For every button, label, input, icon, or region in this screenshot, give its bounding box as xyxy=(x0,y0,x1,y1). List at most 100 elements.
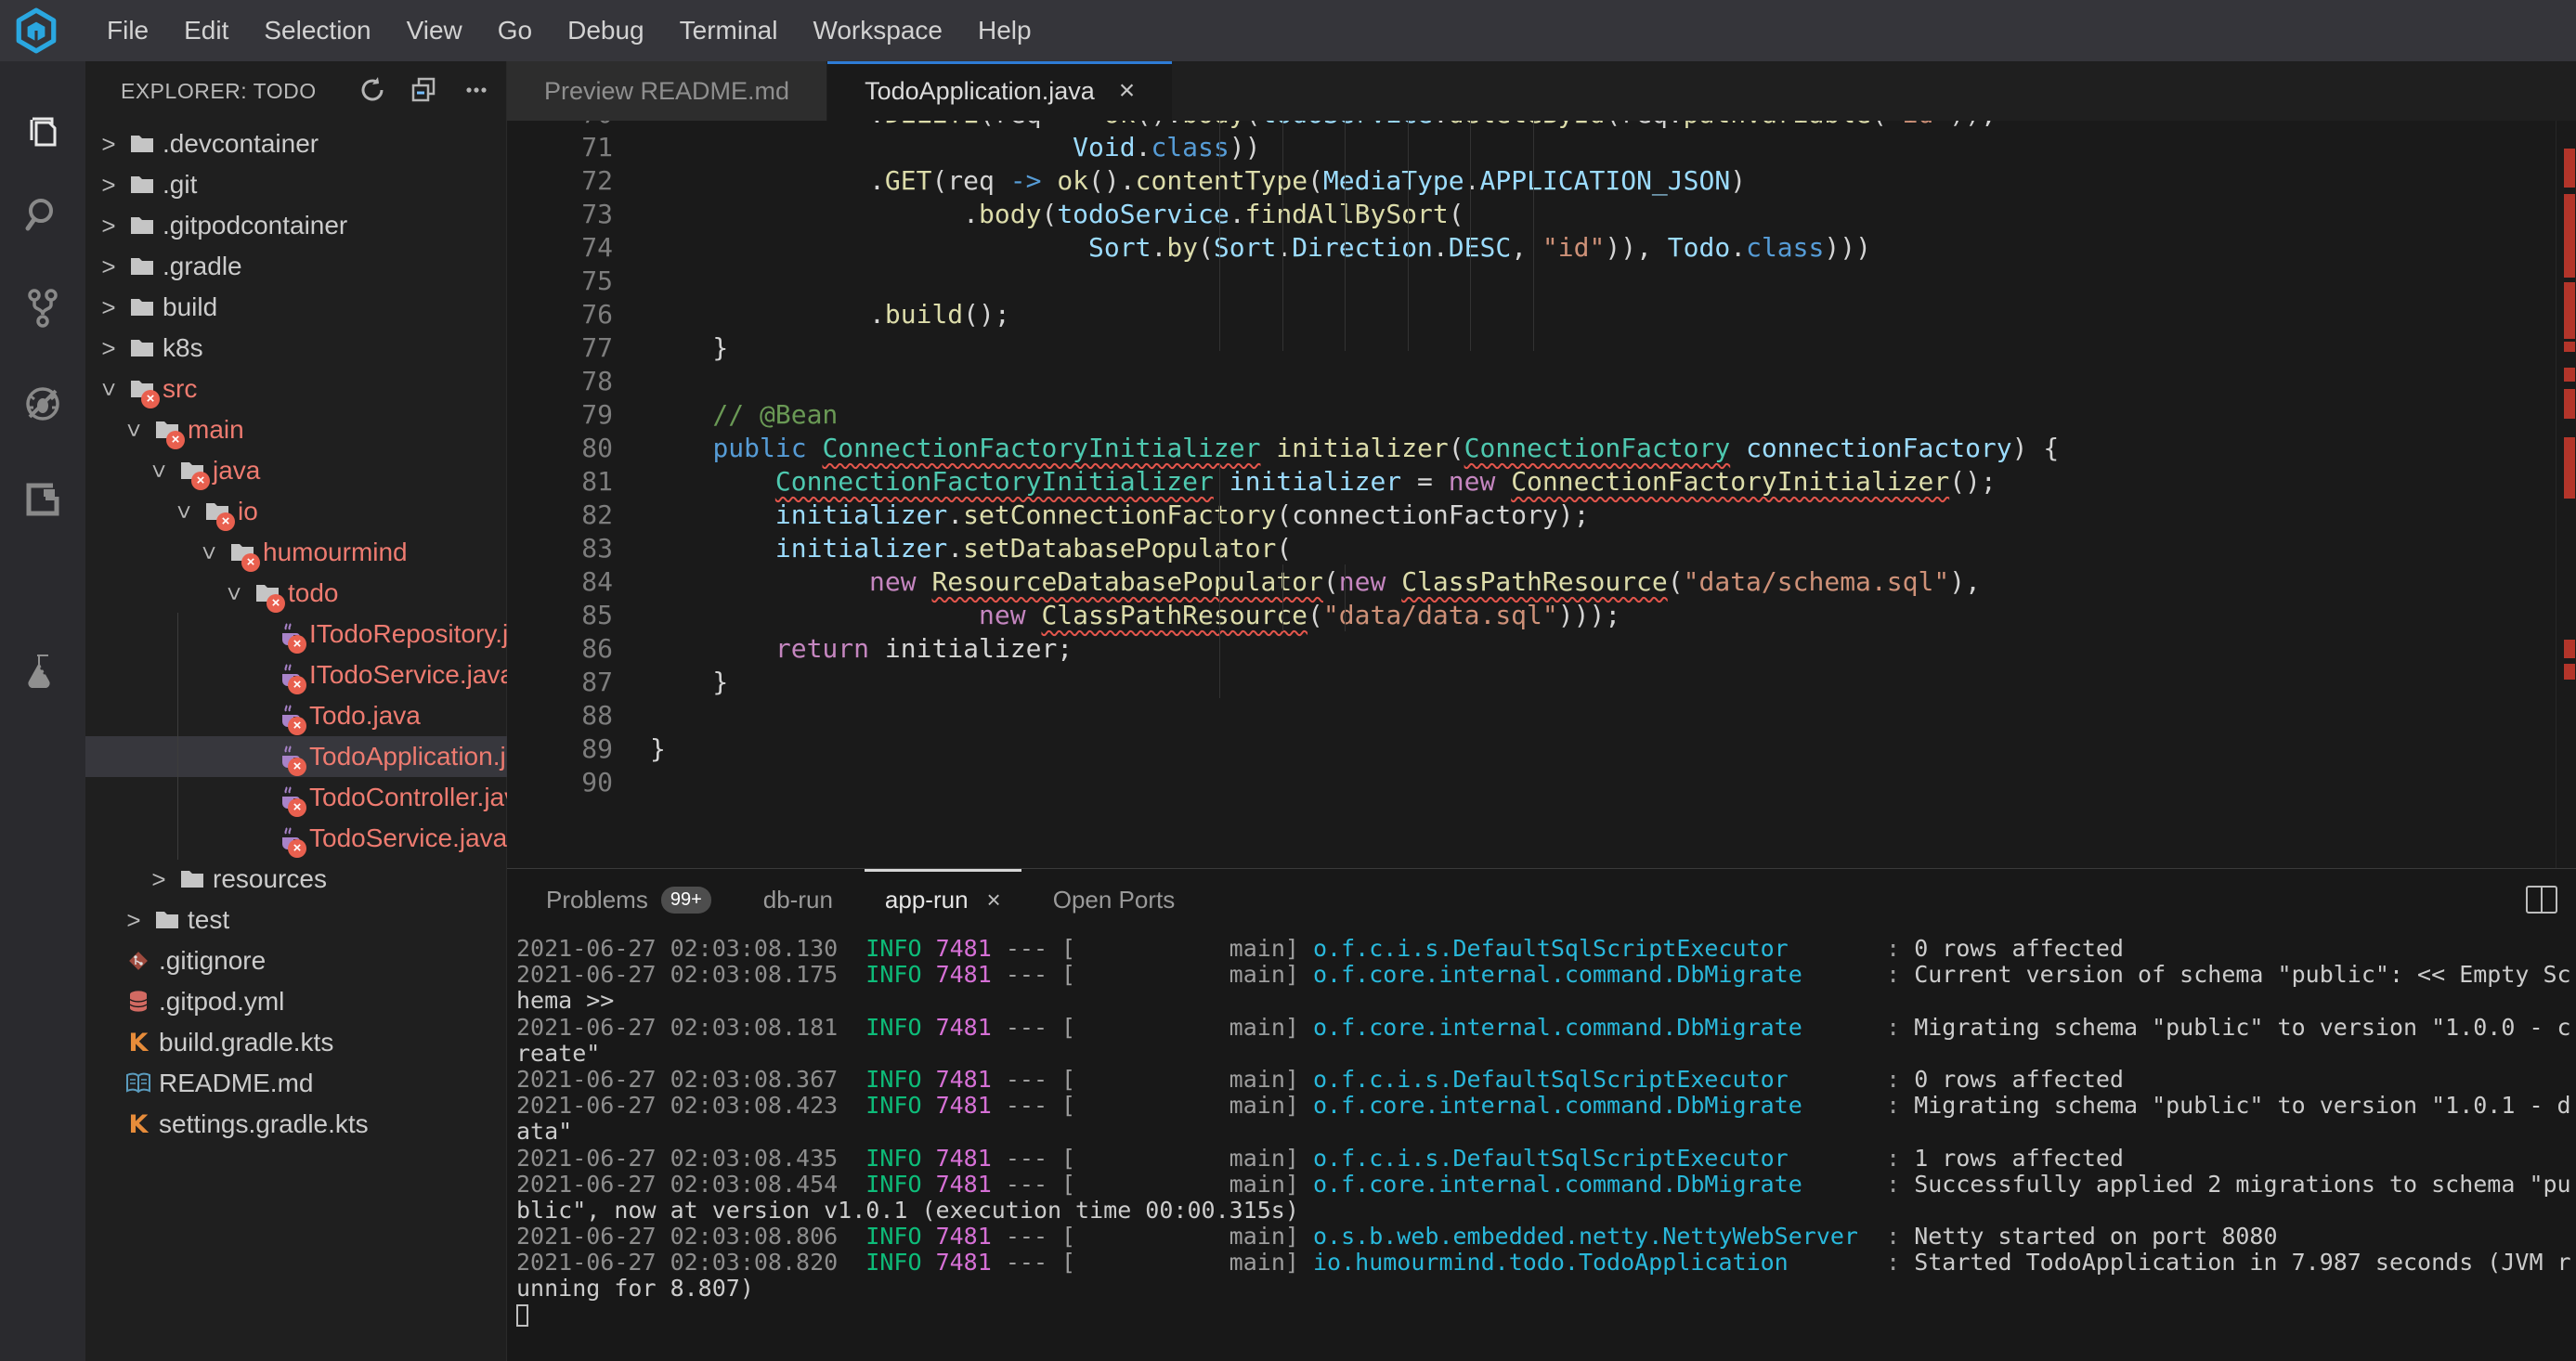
activity-search-icon[interactable] xyxy=(21,193,64,236)
menu-item-file[interactable]: File xyxy=(89,0,166,61)
menu-item-selection[interactable]: Selection xyxy=(246,0,388,61)
more-icon[interactable] xyxy=(461,74,492,106)
code-text: return initializer; xyxy=(650,633,1073,664)
panel-tab-db-run[interactable]: db-run xyxy=(737,869,859,930)
line-number: 76 xyxy=(507,299,613,330)
chevron-icon: > xyxy=(93,171,124,200)
code-text: Sort.by(Sort.Direction.DESC, "id")), Tod… xyxy=(650,232,1871,263)
tree-item--gradle[interactable]: >.gradle xyxy=(85,246,507,287)
tree-item-label: io xyxy=(238,497,258,526)
git-file-icon xyxy=(124,947,152,975)
code-line-82: 82 initializer.setConnectionFactory(conn… xyxy=(507,498,2513,531)
tree-item-label: settings.gradle.kts xyxy=(159,1109,369,1139)
tree-item-itodorepository-java[interactable]: >×ITodoRepository.java xyxy=(85,614,507,655)
line-number: 73 xyxy=(507,199,613,229)
menu-item-view[interactable]: View xyxy=(389,0,480,61)
explorer-sidebar: EXPLORER: TODO >.devcontainer>.git>.gitp… xyxy=(85,61,507,1361)
line-number: 80 xyxy=(507,433,613,463)
tree-item-humourmind[interactable]: >×humourmind xyxy=(85,532,507,573)
chevron-icon: > xyxy=(93,212,124,240)
tree-item-build[interactable]: >build xyxy=(85,287,507,328)
tree-item-src[interactable]: >×src xyxy=(85,369,507,409)
activity-test-flask-icon[interactable] xyxy=(21,650,64,693)
tab-label: TodoApplication.java xyxy=(865,77,1095,106)
code-line-89: 89} xyxy=(507,732,2513,765)
tree-item-todo[interactable]: >×todo xyxy=(85,573,507,614)
folder-icon xyxy=(128,334,156,362)
indent-guide xyxy=(1408,121,1409,351)
tree-item-label: java xyxy=(213,456,260,486)
collapse-all-icon[interactable] xyxy=(409,74,440,106)
tree-item-settings-gradle-kts[interactable]: >Ksettings.gradle.kts xyxy=(85,1104,507,1145)
terminal-cursor xyxy=(516,1304,528,1327)
tree-item-todoapplication-java[interactable]: >×TodoApplication.java xyxy=(85,736,507,777)
menu-item-go[interactable]: Go xyxy=(480,0,550,61)
code-text: } xyxy=(650,332,728,363)
folder-icon xyxy=(128,130,156,158)
close-tab-icon[interactable]: × xyxy=(1119,75,1136,107)
menu-item-terminal[interactable]: Terminal xyxy=(662,0,796,61)
tree-item-build-gradle-kts[interactable]: >Kbuild.gradle.kts xyxy=(85,1022,507,1063)
tree-item-itodoservice-java[interactable]: >×ITodoService.java xyxy=(85,655,507,695)
menu-item-workspace[interactable]: Workspace xyxy=(795,0,960,61)
tree-item-resources[interactable]: >resources xyxy=(85,859,507,900)
code-text: .DELETE(req -> ok().body(todoService.del… xyxy=(650,121,1997,129)
code-line-71: 71 Void.class)) xyxy=(507,130,2513,163)
line-number: 78 xyxy=(507,366,613,396)
tree-item-main[interactable]: >×main xyxy=(85,409,507,450)
terminal-line: reate" xyxy=(516,1041,2576,1067)
tree-item-k8s[interactable]: >k8s xyxy=(85,328,507,369)
folder-icon xyxy=(128,293,156,321)
activity-files-icon[interactable] xyxy=(21,111,64,154)
code-text: ConnectionFactoryInitializer initializer… xyxy=(650,466,1997,497)
tree-item--gitpod-yml[interactable]: >.gitpod.yml xyxy=(85,981,507,1022)
editor-tab-preview-readme-md[interactable]: Preview README.md xyxy=(507,61,826,121)
panel-tab-open-ports[interactable]: Open Ports xyxy=(1027,869,1202,930)
tree-item-test[interactable]: >test xyxy=(85,900,507,940)
code-line-74: 74 Sort.by(Sort.Direction.DESC, "id")), … xyxy=(507,230,2513,264)
tree-item-readme-md[interactable]: >README.md xyxy=(85,1063,507,1104)
panel-tab-app-run[interactable]: app-run× xyxy=(859,869,1027,930)
overview-ruler-scrollbar[interactable] xyxy=(2556,121,2576,868)
activity-plugin-icon[interactable] xyxy=(21,478,64,521)
error-badge: × xyxy=(288,758,306,776)
tree-item-java[interactable]: >×java xyxy=(85,450,507,491)
code-line-87: 87 } xyxy=(507,665,2513,698)
tree-item--gitpodcontainer[interactable]: >.gitpodcontainer xyxy=(85,205,507,246)
menu-item-edit[interactable]: Edit xyxy=(166,0,246,61)
error-badge: × xyxy=(288,676,306,694)
refresh-icon[interactable] xyxy=(357,74,388,106)
activity-source-control-icon[interactable] xyxy=(21,286,64,329)
code-editor[interactable]: 70 .DELETE(req -> ok().body(todoService.… xyxy=(507,121,2576,868)
tree-item--git[interactable]: >.git xyxy=(85,164,507,205)
terminal-line: 2021-06-27 02:03:08.454 INFO 7481 --- [ … xyxy=(516,1172,2576,1198)
menu-item-debug[interactable]: Debug xyxy=(550,0,662,61)
error-badge: × xyxy=(288,635,306,654)
tree-item--gitignore[interactable]: >.gitignore xyxy=(85,940,507,981)
tree-item-todo-java[interactable]: >×Todo.java xyxy=(85,695,507,736)
chevron-icon: > xyxy=(195,537,224,568)
tree-item-todocontroller-java[interactable]: >×TodoController.java xyxy=(85,777,507,818)
tree-item-label: .gitignore xyxy=(159,946,266,976)
editor-tab-todoapplication-java[interactable]: TodoApplication.java × xyxy=(827,61,1172,121)
panel-tab-problems[interactable]: Problems99+ xyxy=(520,869,737,930)
explorer-title: EXPLORER: TODO xyxy=(121,79,317,104)
tree-item-io[interactable]: >×io xyxy=(85,491,507,532)
tree-item-todoservice-java[interactable]: >×TodoService.java xyxy=(85,818,507,859)
tree-item-label: README.md xyxy=(159,1069,313,1098)
code-text: initializer.setConnectionFactory(connect… xyxy=(650,499,1589,530)
tree-item--devcontainer[interactable]: >.devcontainer xyxy=(85,123,507,164)
folder-icon xyxy=(128,171,156,199)
code-text: new ClassPathResource("data/data.sql")))… xyxy=(650,600,1620,630)
terminal-line: unning for 8.807) xyxy=(516,1276,2576,1302)
split-panel-icon[interactable] xyxy=(2526,886,2557,914)
activity-debug-off-icon[interactable] xyxy=(21,382,64,425)
menu-item-help[interactable]: Help xyxy=(960,0,1049,61)
gitpod-logo-icon[interactable] xyxy=(13,7,59,54)
activity-bar xyxy=(0,61,85,1361)
terminal-line: 2021-06-27 02:03:08.820 INFO 7481 --- [ … xyxy=(516,1250,2576,1276)
java-file-icon: × xyxy=(275,702,303,730)
close-terminal-icon[interactable]: × xyxy=(987,886,1001,914)
terminal-output[interactable]: 2021-06-27 02:03:08.130 INFO 7481 --- [ … xyxy=(516,936,2576,1358)
tree-item-label: build.gradle.kts xyxy=(159,1028,333,1057)
